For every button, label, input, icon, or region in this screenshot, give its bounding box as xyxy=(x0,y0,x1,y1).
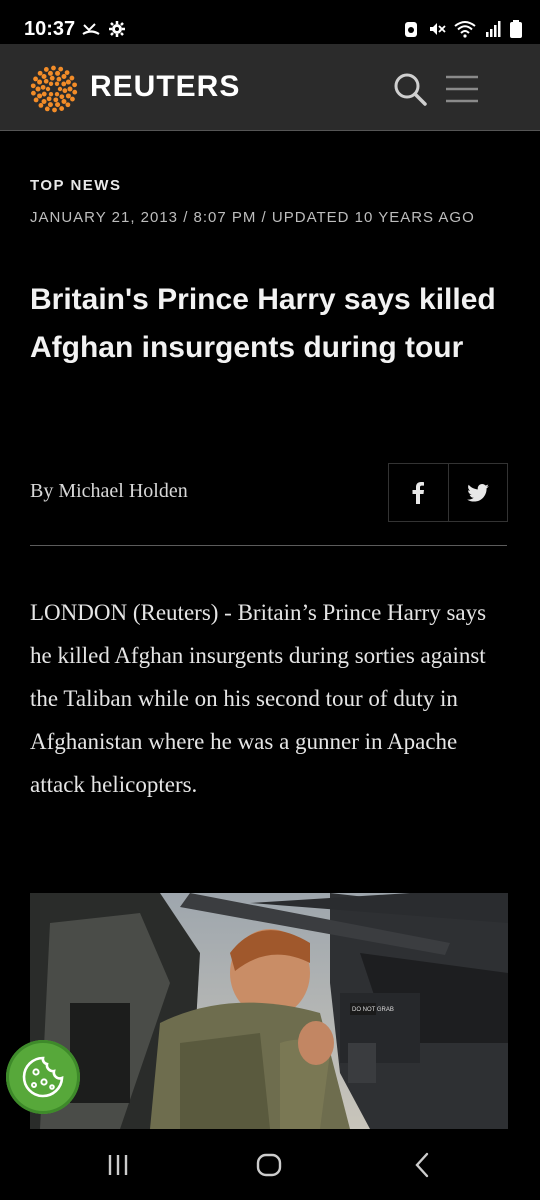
home-icon xyxy=(256,1153,282,1177)
alarm-icon xyxy=(405,22,417,37)
helicopter-photo: DO NOT GRAB xyxy=(30,893,508,1129)
home-button[interactable] xyxy=(249,1148,289,1182)
article-photo[interactable]: DO NOT GRAB xyxy=(30,893,508,1129)
back-button[interactable] xyxy=(402,1148,442,1182)
facebook-icon xyxy=(412,481,425,504)
twitter-share-button[interactable] xyxy=(449,464,508,521)
back-icon xyxy=(415,1152,429,1178)
brand-name[interactable]: REUTERS xyxy=(90,70,240,104)
menu-icon[interactable] xyxy=(444,71,480,107)
missed-call-icon xyxy=(82,23,100,35)
divider xyxy=(30,545,507,546)
dateline: JANUARY 21, 2013 / 8:07 PM / UPDATED 10 … xyxy=(30,209,475,226)
signal-icon xyxy=(486,21,501,37)
byline[interactable]: By Michael Holden xyxy=(30,480,188,503)
twitter-icon xyxy=(466,483,489,502)
recent-apps-button[interactable] xyxy=(98,1148,138,1182)
cookie-settings-button[interactable] xyxy=(6,1040,80,1114)
headline: Britain's Prince Harry says killed Afgha… xyxy=(30,283,496,364)
reuters-logo[interactable] xyxy=(28,63,80,115)
search-icon[interactable] xyxy=(392,71,428,107)
wifi-icon xyxy=(454,21,476,38)
section-label[interactable]: TOP NEWS xyxy=(30,177,121,194)
recent-apps-icon xyxy=(108,1155,128,1175)
gear-icon xyxy=(109,21,125,37)
battery-icon xyxy=(510,20,522,38)
android-nav-bar xyxy=(0,1130,540,1200)
cookie-icon xyxy=(22,1056,64,1098)
status-time: 10:37 xyxy=(24,18,76,40)
article-body: LONDON (Reuters) - Britain’s Prince Harr… xyxy=(30,600,487,797)
site-header: REUTERS xyxy=(0,44,540,131)
facebook-share-button[interactable] xyxy=(389,464,449,521)
photo-sign: DO NOT GRAB xyxy=(352,1007,394,1013)
share-buttons xyxy=(388,463,508,522)
mute-icon xyxy=(430,23,446,35)
